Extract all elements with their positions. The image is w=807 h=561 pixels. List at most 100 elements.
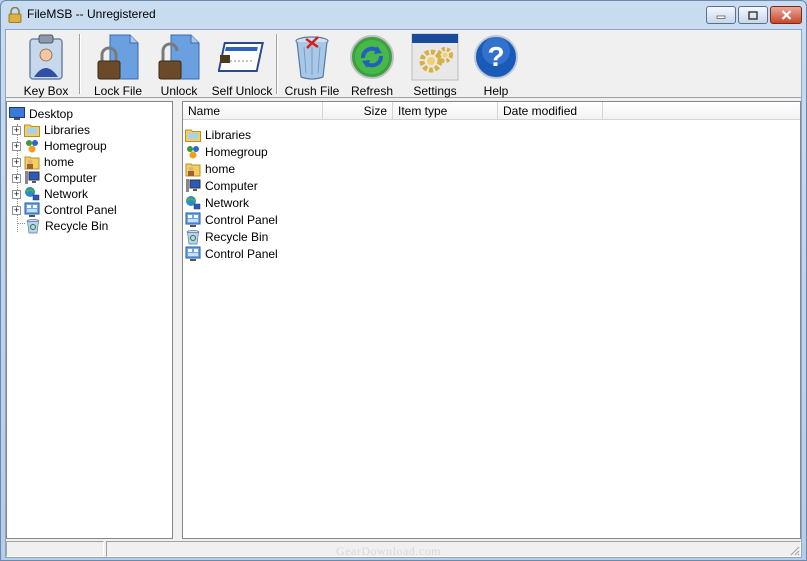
network-icon (24, 186, 40, 202)
key-box-label: Key Box (23, 84, 69, 98)
tree-item-home[interactable]: + home (12, 154, 74, 170)
expand-icon[interactable]: + (12, 189, 21, 199)
list-item-name: Network (205, 195, 250, 210)
recycle-bin-icon (25, 218, 41, 234)
unlock-icon (158, 34, 200, 80)
refresh-label: Refresh (350, 84, 394, 98)
column-header-size[interactable]: Size (323, 102, 393, 120)
app-lock-icon (8, 7, 22, 23)
list-item[interactable]: home (185, 160, 235, 177)
tree-item-computer[interactable]: + Computer (12, 170, 97, 186)
tree-item-desktop[interactable]: Desktop (9, 106, 73, 122)
list-item-name: Computer (205, 178, 258, 193)
settings-label: Settings (413, 84, 457, 98)
minimize-button[interactable] (706, 6, 736, 24)
key-box-icon (29, 34, 63, 80)
tree-item-control-panel[interactable]: + Control Panel (12, 202, 117, 218)
pane-splitter[interactable] (173, 101, 182, 539)
refresh-icon (350, 35, 394, 79)
desktop-icon (9, 106, 25, 122)
homegroup-icon (185, 144, 201, 160)
lock-file-button[interactable]: Lock File (90, 30, 146, 98)
list-item-name: Libraries (205, 127, 252, 142)
title-bar[interactable]: FileMSB -- Unregistered (1, 1, 806, 28)
control-panel-icon (24, 202, 40, 218)
resize-grip-icon[interactable] (788, 544, 800, 556)
column-header-item-type[interactable]: Item type (393, 102, 498, 120)
svg-text:?: ? (487, 41, 504, 72)
libraries-icon (185, 127, 201, 143)
client-area: Key Box Lock File Unlock Self Unlock Cru… (5, 29, 802, 558)
tree-item-recycle-bin[interactable]: Recycle Bin (25, 218, 108, 234)
tree-item-homegroup[interactable]: + Homegroup (12, 138, 107, 154)
watermark: GearDownload.com (336, 544, 441, 558)
tree-item-label: Recycle Bin (45, 219, 109, 233)
tree-item-label: Libraries (44, 123, 91, 137)
status-panel-left (6, 541, 104, 557)
list-item-name: Control Panel (205, 212, 278, 227)
help-label: Help (483, 84, 509, 98)
expand-icon[interactable]: + (12, 141, 21, 151)
expand-icon[interactable]: + (12, 125, 21, 135)
expand-icon[interactable]: + (12, 173, 21, 183)
column-header-date-modified[interactable]: Date modified (498, 102, 603, 120)
tree-line (17, 223, 25, 224)
expand-icon[interactable]: + (12, 205, 21, 215)
list-item[interactable]: Libraries (185, 126, 251, 143)
tree-item-network[interactable]: + Network (12, 186, 88, 202)
unlock-button[interactable]: Unlock (154, 30, 204, 98)
recycle-bin-icon (185, 229, 201, 245)
close-icon (781, 10, 791, 20)
tree-item-libraries[interactable]: + Libraries (12, 122, 90, 138)
app-window: FileMSB -- Unregistered Key Box Lock Fil… (0, 0, 807, 561)
toolbar: Key Box Lock File Unlock Self Unlock Cru… (6, 30, 801, 98)
help-icon: ? (474, 35, 518, 79)
network-icon (185, 195, 201, 211)
folder-tree[interactable]: Desktop + Libraries + Homegroup + home +… (6, 101, 173, 539)
self-unlock-button[interactable]: Self Unlock (211, 30, 273, 98)
list-item-name: Recycle Bin (205, 229, 269, 244)
refresh-button[interactable]: Refresh (346, 30, 398, 98)
tree-item-label: Network (44, 187, 89, 201)
maximize-button[interactable] (738, 6, 768, 24)
file-list[interactable]: Name Size Item type Date modified Librar… (182, 101, 801, 539)
self-unlock-icon (218, 42, 264, 72)
list-item[interactable]: Homegroup (185, 143, 268, 160)
expand-icon[interactable]: + (12, 157, 21, 167)
trash-icon (295, 36, 329, 80)
list-item-name: Homegroup (205, 144, 268, 159)
tree-item-label: Homegroup (44, 139, 107, 153)
help-button[interactable]: ? Help (471, 30, 521, 98)
computer-icon (185, 178, 201, 194)
settings-button[interactable]: Settings (409, 30, 461, 98)
crush-file-label: Crush File (284, 84, 340, 98)
list-item[interactable]: Recycle Bin (185, 228, 268, 245)
unlock-label: Unlock (160, 84, 198, 98)
window-title: FileMSB -- Unregistered (27, 7, 156, 21)
computer-icon (24, 170, 40, 186)
list-item-name: home (205, 161, 236, 176)
list-item-name: Control Panel (205, 246, 278, 261)
crush-file-button[interactable]: Crush File (284, 30, 340, 98)
close-button[interactable] (770, 6, 802, 24)
minimize-icon (716, 15, 726, 19)
tree-item-label: Desktop (29, 107, 74, 121)
gear-icon (411, 33, 459, 81)
column-header-name[interactable]: Name (183, 102, 323, 120)
list-item[interactable]: Network (185, 194, 249, 211)
homegroup-icon (24, 138, 40, 154)
tree-item-label: Computer (44, 171, 97, 185)
user-folder-icon (24, 154, 40, 170)
list-item[interactable]: Control Panel (185, 245, 278, 262)
lock-file-icon (97, 34, 139, 80)
maximize-icon (748, 10, 758, 20)
list-item[interactable]: Computer (185, 177, 258, 194)
status-panel-main (106, 541, 801, 557)
toolbar-separator (79, 34, 81, 94)
self-unlock-label: Self Unlock (211, 84, 273, 98)
lock-file-label: Lock File (93, 84, 143, 98)
libraries-icon (24, 122, 40, 138)
list-item[interactable]: Control Panel (185, 211, 278, 228)
key-box-button[interactable]: Key Box (20, 30, 72, 98)
tree-item-label: Control Panel (44, 203, 117, 217)
